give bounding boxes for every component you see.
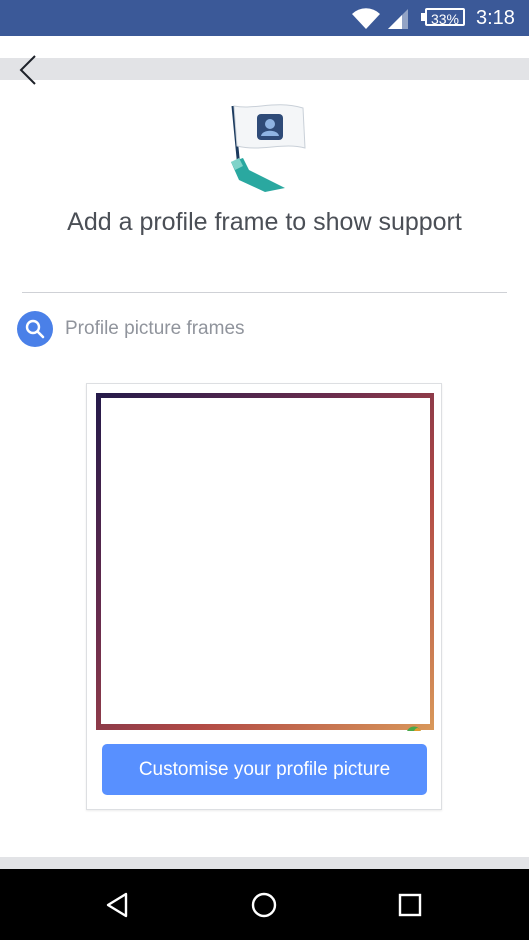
bottom-strip (0, 857, 529, 869)
clock: 3:18 (476, 7, 515, 29)
profile-flag-icon (231, 104, 306, 192)
customise-profile-picture-button[interactable]: Customise your profile picture (102, 744, 427, 795)
chevron-left-icon[interactable] (14, 52, 44, 88)
frame-preview[interactable] (96, 393, 434, 731)
search-label[interactable]: Profile picture frames (65, 318, 245, 340)
divider (22, 292, 507, 293)
leaf-icon (407, 726, 421, 731)
header-area (0, 36, 529, 58)
home-circle-icon[interactable] (250, 891, 278, 919)
wifi-icon (352, 8, 380, 30)
search-icon-container[interactable] (17, 311, 53, 347)
page-title: Add a profile frame to show support (67, 208, 462, 236)
header-strip (0, 58, 529, 80)
battery-indicator: 33% (425, 8, 465, 27)
recents-square-icon[interactable] (398, 893, 422, 917)
frames-search[interactable]: Profile picture frames (17, 310, 507, 348)
nav-bar (0, 869, 529, 940)
frame-preview-inner (101, 398, 430, 724)
status-bar: 33% 3:18 (0, 0, 529, 36)
signal-icon (388, 9, 408, 29)
back-triangle-icon[interactable] (104, 891, 132, 919)
search-icon (25, 319, 45, 339)
frame-card: Customise your profile picture (86, 383, 442, 810)
